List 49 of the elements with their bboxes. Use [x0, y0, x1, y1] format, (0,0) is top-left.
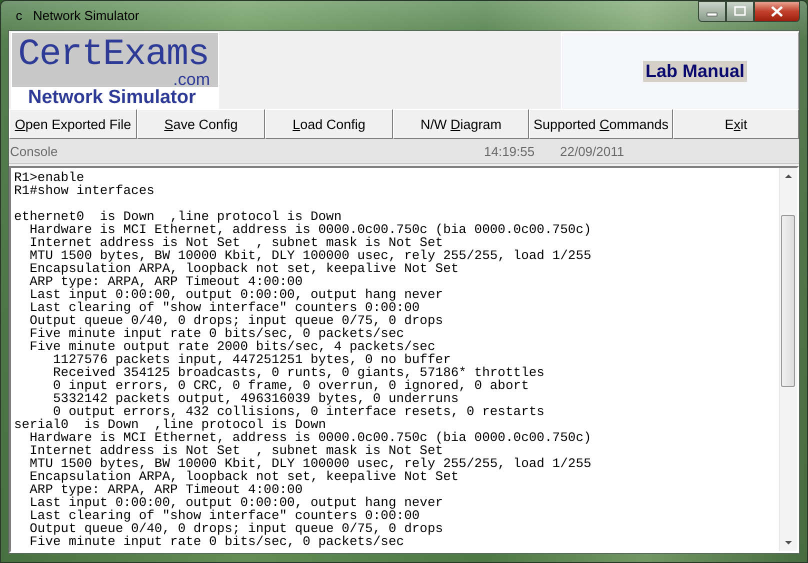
toolbar-button[interactable]: Load Config	[265, 109, 393, 139]
logo-title: CertExams	[17, 33, 209, 73]
app-icon: c	[13, 8, 25, 23]
console-line: 0 input errors, 0 CRC, 0 frame, 0 overrun, 0 ignored, 0 abort	[52, 379, 530, 392]
console-line: Hardware is MCI Ethernet, address is 0000.0c00.750c (bia 0000.0c00.750c)	[28, 223, 592, 236]
logo-subtitle: Network Simulator	[12, 87, 218, 110]
console-line: serial0 is Down ,line protocol is Down	[14, 418, 328, 431]
console-line: Last clearing of "show interface" counters 0:00:00	[28, 509, 420, 522]
console-line: ARP type: ARPA, ARP Timeout 4:00:00	[28, 275, 303, 288]
console-command: R1#show interfaces	[14, 184, 156, 197]
console-line: Encapsulation ARPA, loopback not set, keepalive Not Set	[28, 470, 459, 483]
close-button[interactable]	[754, 1, 800, 22]
console-line: Last input 0:00:00, output 0:00:00, output hang never	[28, 288, 444, 301]
console-line: Five minute input rate 0 bits/sec, 0 packets/sec	[28, 535, 405, 548]
console-line: Last clearing of "show interface" counters 0:00:00	[28, 301, 420, 314]
console-line: Hardware is MCI Ethernet, address is 0000.0c00.750c (bia 0000.0c00.750c)	[28, 431, 592, 444]
console-command: R1>enable	[14, 171, 84, 184]
console-label: Console	[9, 144, 59, 158]
console-line: Five minute input rate 0 bits/sec, 0 packets/sec	[28, 327, 404, 340]
minimize-button[interactable]	[698, 1, 726, 22]
logo-domain: .com	[173, 73, 210, 87]
window-title: Network Simulator	[33, 8, 140, 23]
maximize-button[interactable]	[726, 1, 754, 22]
clock-date: 22/09/2011	[560, 144, 624, 158]
scroll-thumb[interactable]	[781, 215, 795, 387]
console-line: MTU 1500 bytes, BW 10000 Kbit, DLY 100000 usec, rely 255/255, load 1/255	[28, 249, 592, 262]
toolbar-button[interactable]: Open Exported File	[9, 109, 137, 139]
console-line: MTU 1500 bytes, BW 10000 Kbit, DLY 100000 usec, rely 255/255, load 1/255	[28, 457, 592, 470]
toolbar-button[interactable]: Exit	[673, 109, 799, 139]
scrollbar[interactable]	[779, 168, 797, 551]
console-line: Five minute output rate 2000 bits/sec, 4 packets/sec	[28, 340, 436, 353]
toolbar-button[interactable]: Supported Commands	[529, 109, 673, 139]
console-line: 1127576 packets input, 447251251 bytes, 0 no buffer	[52, 353, 451, 366]
console-line: Output queue 0/40, 0 drops; input queue 0/75, 0 drops	[28, 314, 444, 327]
console-line: Last input 0:00:00, output 0:00:00, output hang never	[28, 496, 444, 509]
console-line: Internet address is Not Set , subnet mask is Not Set	[28, 236, 444, 249]
toolbar-button[interactable]: Save Config	[137, 109, 265, 139]
console-line: Encapsulation ARPA, loopback not set, keepalive Not Set	[28, 262, 459, 275]
console-line: ethernet0 is Down ,line protocol is Down	[14, 210, 343, 223]
lab-manual-link[interactable]: Lab Manual	[643, 60, 746, 82]
toolbar-button[interactable]: N/W Diagram	[393, 109, 529, 139]
console-line: ARP type: ARPA, ARP Timeout 4:00:00	[28, 483, 303, 496]
console-line: Output queue 0/40, 0 drops; input queue 0/75, 0 drops	[28, 522, 444, 535]
console-line: 0 output errors, 432 collisions, 0 interface resets, 0 restarts	[53, 405, 546, 418]
clock-time: 14:19:55	[484, 144, 536, 158]
console-line: 5332142 packets output, 496316039 bytes, 0 underruns	[52, 392, 459, 405]
console-line: Internet address is Not Set , subnet mask is Not Set	[28, 444, 444, 457]
console-line: Received 354125 broadcasts, 0 runts, 0 giants, 57186* throttles	[52, 366, 546, 379]
console-output[interactable]	[9, 166, 799, 553]
